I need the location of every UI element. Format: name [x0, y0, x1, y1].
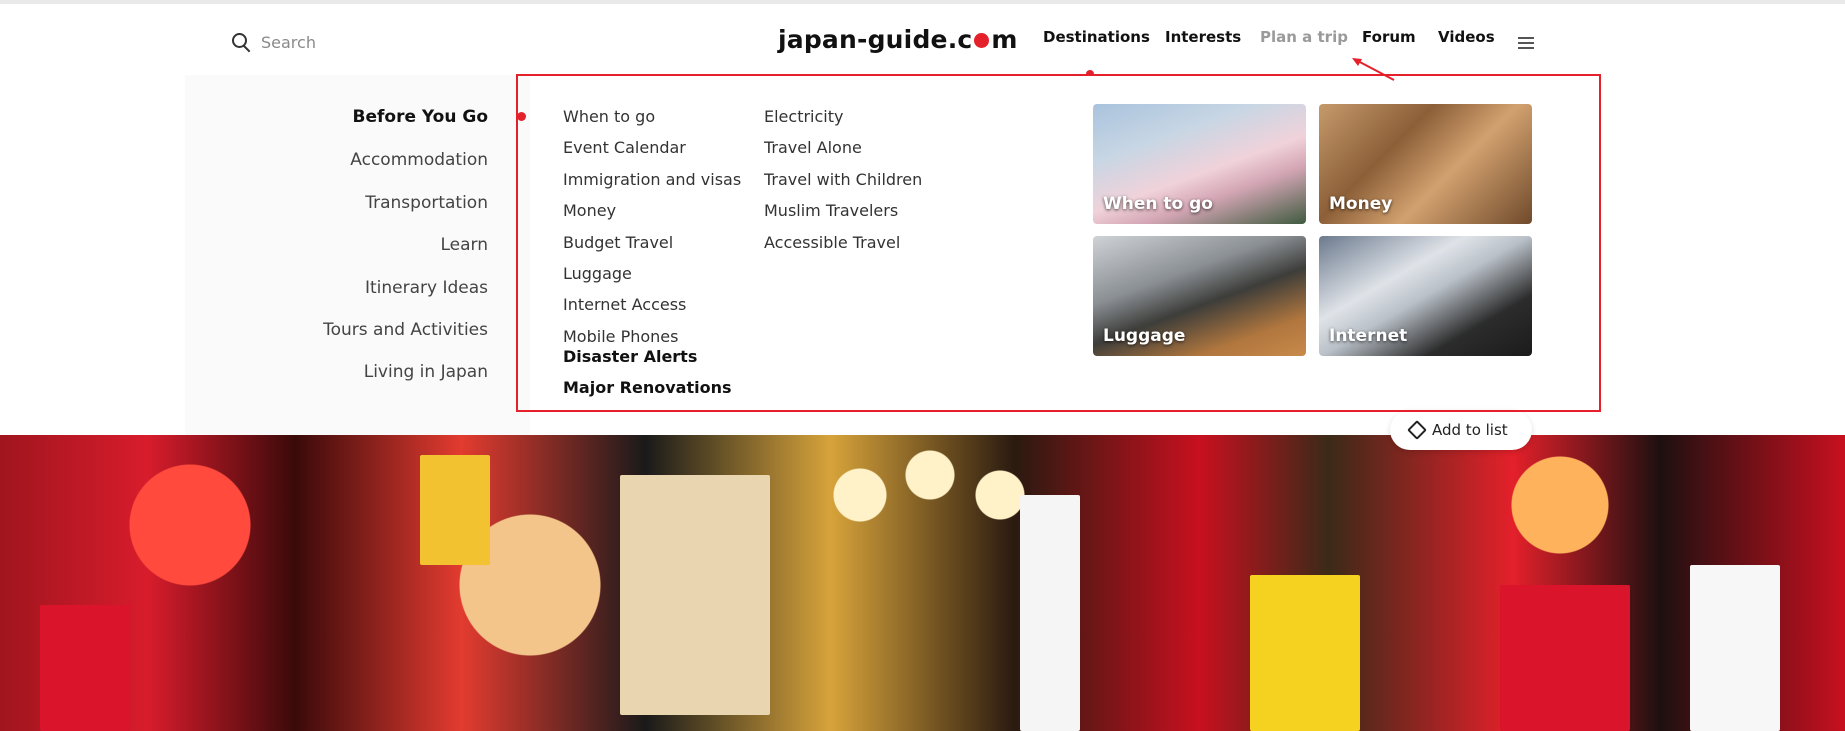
site-header: Search japan-guide.c m Destinations Inter…	[0, 4, 1845, 76]
search-box[interactable]: Search	[231, 28, 316, 56]
hero-sign	[1250, 575, 1360, 731]
sidebar-item-accommodation[interactable]: Accommodation	[350, 150, 488, 170]
add-to-list-button[interactable]: Add to list	[1390, 410, 1532, 450]
logo-text-end: m	[991, 25, 1018, 54]
bookmark-icon	[1407, 420, 1427, 440]
hero-sign	[1500, 585, 1630, 731]
site-logo[interactable]: japan-guide.c m	[778, 25, 1018, 54]
search-icon	[231, 32, 251, 52]
sidebar-item-before-you-go[interactable]: Before You Go	[353, 107, 488, 127]
annotation-highlight-box	[516, 74, 1601, 412]
nav-plan-a-trip[interactable]: Plan a trip	[1260, 28, 1348, 46]
hamburger-menu-icon[interactable]	[1518, 37, 1534, 49]
sidebar-item-itinerary-ideas[interactable]: Itinerary Ideas	[365, 278, 488, 298]
hero-image	[0, 435, 1845, 731]
hero-sign	[420, 455, 490, 565]
logo-dot-icon	[974, 33, 990, 48]
nav-forum[interactable]: Forum	[1362, 28, 1416, 46]
hero-sign	[1690, 565, 1780, 731]
sidebar-item-living-in-japan[interactable]: Living in Japan	[364, 362, 488, 382]
hero-sign	[40, 605, 130, 731]
nav-destinations[interactable]: Destinations	[1043, 28, 1150, 46]
annotation-arrow-icon	[1352, 58, 1395, 81]
hero-sign	[1020, 495, 1080, 731]
sidebar-item-tours-and-activities[interactable]: Tours and Activities	[323, 320, 488, 340]
add-to-list-label: Add to list	[1432, 421, 1508, 439]
nav-videos[interactable]: Videos	[1438, 28, 1495, 46]
sidebar-item-transportation[interactable]: Transportation	[365, 193, 488, 213]
hero-sign	[620, 475, 770, 715]
sidebar-item-learn[interactable]: Learn	[440, 235, 488, 255]
search-label: Search	[261, 32, 316, 52]
logo-text-start: japan-guide.c	[778, 25, 973, 54]
nav-interests[interactable]: Interests	[1165, 28, 1241, 46]
